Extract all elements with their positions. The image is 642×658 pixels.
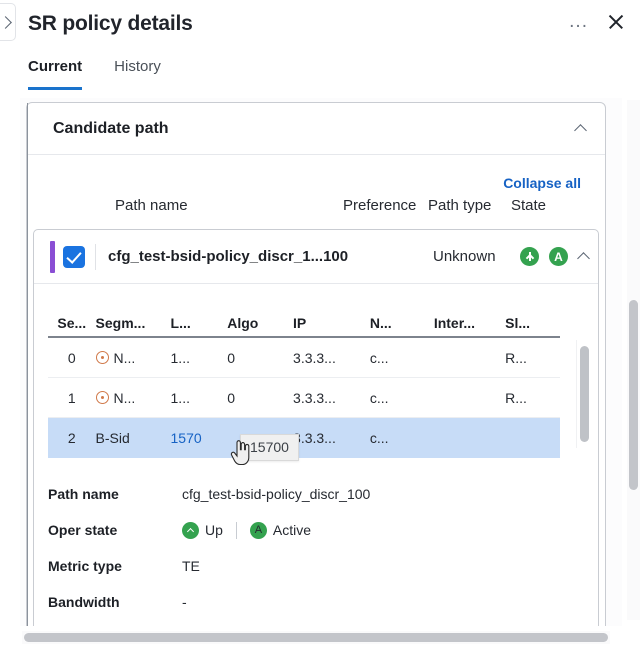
cell-node: c... <box>369 430 389 446</box>
path-column-headers: Path name Preference Path type State <box>27 197 605 223</box>
candidate-path-card: Candidate path Collapse all Path name Pr… <box>26 102 606 626</box>
cell-node: c... <box>369 349 389 366</box>
active-badge-icon: A <box>549 247 568 266</box>
path-select-checkbox[interactable] <box>63 245 85 268</box>
tab-bar: Current History <box>28 58 161 90</box>
close-icon[interactable] <box>606 12 626 32</box>
seg-col-sequence: Se... <box>57 315 87 331</box>
cell-label-link[interactable]: 1570 <box>171 430 202 446</box>
cell-segment-type: N... <box>95 378 171 417</box>
cell-ip: 3.3.3... <box>293 389 336 406</box>
seg-col-node: N... <box>369 315 392 331</box>
oper-state-active-text: Active <box>272 522 312 538</box>
more-options-button[interactable]: ... <box>567 11 590 33</box>
seg-col-ip: IP <box>293 315 307 331</box>
outer-scrollbar-thumb[interactable] <box>629 300 638 490</box>
cell-slice <box>505 418 560 458</box>
cell-interface <box>434 338 505 377</box>
detail-value: - <box>182 594 187 610</box>
col-header-path-name: Path name <box>115 197 188 214</box>
outer-vertical-scrollbar[interactable] <box>627 100 640 620</box>
table-row[interactable]: 0 N... 1... 0 3.3.3... c... R... <box>48 338 560 378</box>
cell-sequence: 2 <box>67 430 76 446</box>
cell-ip: 3.3.3... <box>293 349 336 366</box>
col-header-path-type: Path type <box>428 197 492 214</box>
path-item-name: cfg_test-bsid-policy_discr_1...100 <box>108 248 349 265</box>
detail-value: TE <box>182 558 200 574</box>
cell-algo: 0 <box>227 349 235 366</box>
tab-history[interactable]: History <box>114 58 161 90</box>
cell-ip: 3.3.3... <box>293 430 336 446</box>
seg-col-label: L... <box>170 315 191 331</box>
detail-label: Oper state <box>48 522 118 538</box>
path-details-list: Path name cfg_test-bsid-policy_discr_100… <box>48 476 598 626</box>
table-scrollbar-thumb[interactable] <box>580 346 589 442</box>
divider <box>235 521 237 539</box>
cell-label: 1... <box>170 349 190 366</box>
cell-algo: 0 <box>227 389 235 406</box>
horizontal-scrollbar-thumb[interactable] <box>24 633 608 642</box>
seg-col-slice: Sl... <box>505 315 531 331</box>
panel-scroll-region: Candidate path Collapse all Path name Pr… <box>20 98 622 626</box>
detail-label: Metric type <box>48 558 122 574</box>
header-actions: ... <box>567 11 626 33</box>
sr-policy-details-panel: SR policy details ... Current History Ca… <box>0 0 642 658</box>
page-title: SR policy details <box>28 12 193 35</box>
detail-row-path-name: Path name cfg_test-bsid-policy_discr_100 <box>48 476 598 512</box>
path-accent-bar <box>50 240 55 273</box>
detail-row-oper-state: Oper state Up A Active <box>48 512 598 548</box>
candidate-path-title: Candidate path <box>53 119 169 137</box>
candidate-path-item: cfg_test-bsid-policy_discr_1...100 Unkno… <box>33 229 599 626</box>
cell-label[interactable]: 1570 <box>171 418 228 458</box>
path-item-collapse-icon[interactable] <box>577 252 590 265</box>
oper-state-up-text: Up <box>205 522 223 538</box>
detail-value: cfg_test-bsid-policy_discr_100 <box>182 486 371 502</box>
detail-label: Path name <box>48 486 119 502</box>
seg-col-interface: Inter... <box>433 315 476 331</box>
node-ring-icon <box>95 391 109 404</box>
divider <box>95 243 96 270</box>
cell-segment-type: N... <box>95 338 171 377</box>
detail-row-bandwidth: Bandwidth - <box>48 584 598 620</box>
cell-segment-type-text: N... <box>113 349 136 366</box>
cell-label: 1... <box>170 389 190 406</box>
cell-slice: R... <box>505 349 527 366</box>
arrow-up-badge-icon <box>520 247 539 266</box>
cell-node: c... <box>369 389 389 406</box>
detail-row-metric-type: Metric type TE <box>48 548 598 584</box>
candidate-path-card-header[interactable]: Candidate path <box>27 103 605 155</box>
seg-col-segment-type: Segm... <box>95 315 146 331</box>
table-vertical-scrollbar[interactable] <box>576 340 590 448</box>
table-row-selected[interactable]: 2 B-Sid 1570 3.3.3... c... <box>48 418 560 458</box>
collapse-all-link[interactable]: Collapse all <box>27 155 605 197</box>
candidate-path-card-body: Collapse all Path name Preference Path t… <box>27 155 605 626</box>
col-header-preference: Preference <box>343 197 417 214</box>
node-ring-icon <box>95 351 109 364</box>
seg-col-algo: Algo <box>227 315 259 331</box>
segment-table-header-row: Se... Segm... L... Algo IP N... Inter...… <box>48 310 560 338</box>
segment-table-wrapper: Se... Segm... L... Algo IP N... Inter...… <box>34 310 598 458</box>
detail-value: Up A Active <box>182 521 312 539</box>
cell-sequence: 1 <box>67 389 76 406</box>
table-row[interactable]: 1 N... 1... 0 3.3.3... c... R... <box>48 378 560 418</box>
horizontal-scrollbar[interactable] <box>22 631 610 644</box>
detail-label: Bandwidth <box>48 594 120 610</box>
cell-interface <box>434 378 505 417</box>
cell-segment-type: B-Sid <box>95 430 130 446</box>
cell-interface <box>434 418 505 458</box>
active-badge-icon: A <box>249 521 267 539</box>
col-header-state: State <box>511 197 547 214</box>
panel-header: SR policy details ... <box>0 0 642 52</box>
chevron-up-icon[interactable] <box>574 124 587 137</box>
cell-segment-type-text: N... <box>113 389 136 406</box>
tab-current[interactable]: Current <box>28 58 83 90</box>
cell-sequence: 0 <box>67 349 76 366</box>
segment-table: Se... Segm... L... Algo IP N... Inter...… <box>48 310 560 458</box>
path-item-type: Unknown <box>433 248 496 265</box>
arrow-up-badge-icon <box>182 521 199 539</box>
label-tooltip: 15700 <box>240 434 299 461</box>
cell-slice: R... <box>505 389 527 406</box>
candidate-path-item-header[interactable]: cfg_test-bsid-policy_discr_1...100 Unkno… <box>34 230 598 284</box>
